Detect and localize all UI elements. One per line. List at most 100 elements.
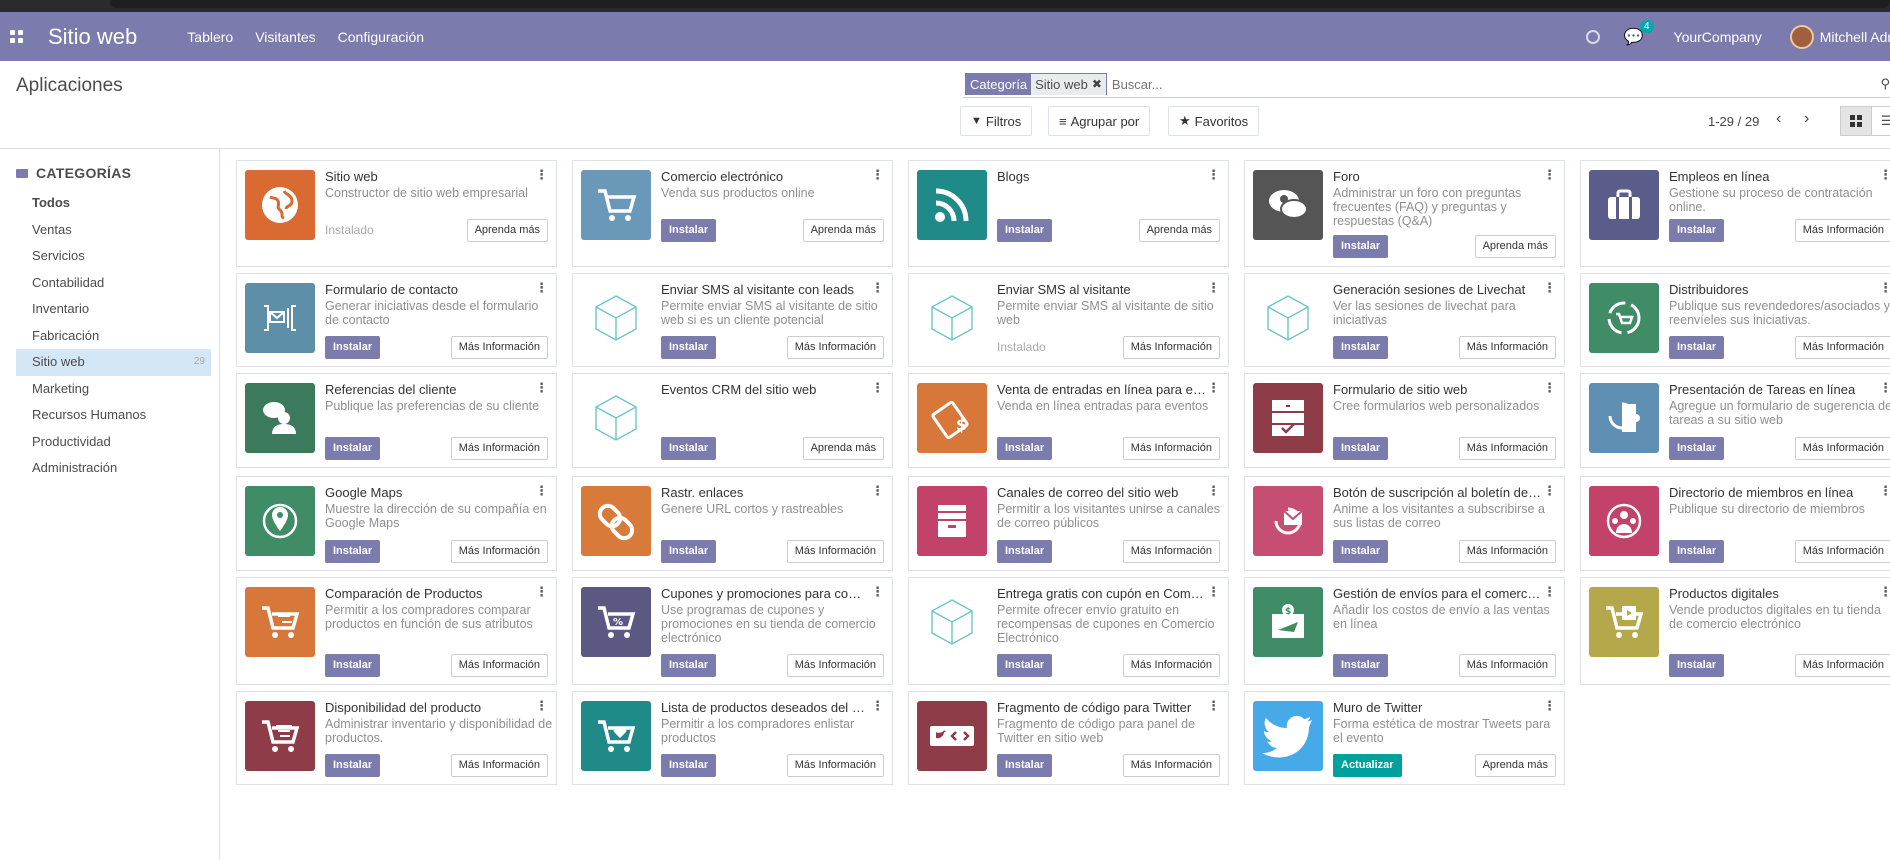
address-bar[interactable] (110, 0, 1890, 8)
install-button[interactable]: Instalar (997, 540, 1053, 563)
learn-more-button[interactable]: Aprenda más (802, 219, 884, 242)
sidebar-item-1[interactable]: Ventas (16, 217, 211, 244)
learn-more-button[interactable]: Aprenda más (802, 437, 884, 460)
app-card[interactable]: Muro de Twitter ⋮ Forma estética de mostra… (1244, 691, 1565, 785)
app-card[interactable]: Google Maps ⋮ Muestre la dirección de su c… (236, 476, 557, 571)
kebab-menu-icon[interactable]: ⋮ (1543, 167, 1556, 183)
kebab-menu-icon[interactable]: ⋮ (1543, 380, 1556, 396)
learn-more-button[interactable]: Más Información (1458, 437, 1556, 460)
app-card[interactable]: Comparación de Productos ⋮ Permitir a los … (236, 577, 557, 685)
pager-next-icon[interactable]: › (1804, 110, 1809, 128)
install-button[interactable]: Instalar (1669, 336, 1725, 359)
kebab-menu-icon[interactable]: ⋮ (1879, 380, 1890, 396)
app-card[interactable]: Enviar SMS al visitante ⋮ Permite enviar S… (908, 273, 1229, 367)
kebab-menu-icon[interactable]: ⋮ (871, 380, 884, 396)
install-button[interactable]: Instalar (1333, 437, 1389, 460)
install-button[interactable]: Instalar (997, 219, 1053, 242)
app-card[interactable]: Formulario de sitio web ⋮ Cree formularios… (1244, 373, 1565, 468)
app-card[interactable]: Fragmento de código para Twitter ⋮ Fragmen… (908, 691, 1229, 785)
learn-more-button[interactable]: Más Información (786, 654, 884, 677)
kebab-menu-icon[interactable]: ⋮ (1543, 584, 1556, 600)
learn-more-button[interactable]: Aprenda más (1474, 235, 1556, 258)
learn-more-button[interactable]: Más Información (1794, 219, 1890, 242)
install-button[interactable]: Instalar (325, 654, 381, 677)
kebab-menu-icon[interactable]: ⋮ (1207, 280, 1220, 296)
user-menu[interactable]: Mitchell Admin (1820, 29, 1890, 45)
sidebar-item-10[interactable]: Administración (16, 455, 211, 482)
sidebar-item-8[interactable]: Recursos Humanos (16, 402, 211, 429)
filters-button[interactable]: ▼ Filtros (960, 106, 1033, 136)
learn-more-button[interactable]: Más Información (1458, 336, 1556, 359)
sidebar-item-9[interactable]: Productividad (16, 429, 211, 456)
kebab-menu-icon[interactable]: ⋮ (871, 584, 884, 600)
kebab-menu-icon[interactable]: ⋮ (1879, 483, 1890, 499)
install-button[interactable]: Instalar (661, 654, 717, 677)
pager-previous-icon[interactable]: ‹ (1776, 110, 1781, 128)
install-button[interactable]: Instalar (325, 754, 381, 777)
learn-more-button[interactable]: Más Información (450, 540, 548, 563)
sidebar-item-6[interactable]: Sitio web 29 (16, 349, 211, 376)
menu-configuracion[interactable]: Configuración (338, 29, 424, 45)
sidebar-item-0[interactable]: Todos (16, 190, 211, 217)
pager-value[interactable]: 1-29 / 29 (1708, 114, 1759, 129)
kebab-menu-icon[interactable]: ⋮ (1543, 280, 1556, 296)
learn-more-button[interactable]: Más Información (1794, 336, 1890, 359)
facet-remove-icon[interactable]: ✖ (1092, 77, 1102, 91)
learn-more-button[interactable]: Más Información (450, 654, 548, 677)
sidebar-item-3[interactable]: Contabilidad (16, 270, 211, 297)
learn-more-button[interactable]: Más Información (1122, 754, 1220, 777)
app-card[interactable]: Enviar SMS al visitante con leads ⋮ Permit… (572, 273, 893, 367)
install-button[interactable]: Instalar (661, 437, 717, 460)
kebab-menu-icon[interactable]: ⋮ (871, 280, 884, 296)
learn-more-button[interactable]: Más Información (1458, 540, 1556, 563)
app-card[interactable]: Presentación de Tareas en línea ⋮ Agregue … (1580, 373, 1890, 468)
install-button[interactable]: Instalar (1669, 654, 1725, 677)
list-view-button[interactable]: ☰ (1872, 106, 1890, 136)
app-card[interactable]: Eventos CRM del sitio web ⋮ Instalar Aprend… (572, 373, 893, 468)
app-brand[interactable]: Sitio web (48, 24, 137, 50)
kebab-menu-icon[interactable]: ⋮ (1543, 698, 1556, 714)
search-input[interactable] (1111, 76, 1412, 92)
install-button[interactable]: Instalar (1669, 219, 1725, 242)
activity-clock-icon[interactable] (1585, 29, 1600, 44)
app-card[interactable]: Referencias del cliente ⋮ Publique las pre… (236, 373, 557, 468)
install-button[interactable]: Instalar (1333, 235, 1389, 258)
learn-more-button[interactable]: Más Información (450, 437, 548, 460)
kebab-menu-icon[interactable]: ⋮ (1207, 584, 1220, 600)
install-button[interactable]: Instalar (997, 437, 1053, 460)
app-card[interactable]: $ Venta de entradas en línea para eventos… (908, 373, 1229, 468)
learn-more-button[interactable]: Aprenda más (1474, 754, 1556, 777)
learn-more-button[interactable]: Más Información (1122, 654, 1220, 677)
install-button[interactable]: Instalar (1669, 540, 1725, 563)
install-button[interactable]: Instalar (1669, 437, 1725, 460)
app-card[interactable]: Sitio web ⋮ Constructor de sitio web empre… (236, 160, 557, 267)
menu-tablero[interactable]: Tablero (187, 29, 233, 45)
install-button[interactable]: Instalar (325, 336, 381, 359)
kebab-menu-icon[interactable]: ⋮ (535, 280, 548, 296)
kebab-menu-icon[interactable]: ⋮ (535, 584, 548, 600)
install-button[interactable]: Instalar (1333, 540, 1389, 563)
learn-more-button[interactable]: Más Información (786, 754, 884, 777)
kebab-menu-icon[interactable]: ⋮ (535, 483, 548, 499)
kebab-menu-icon[interactable]: ⋮ (1207, 698, 1220, 714)
avatar[interactable] (1789, 24, 1814, 49)
learn-more-button[interactable]: Más Información (450, 754, 548, 777)
kebab-menu-icon[interactable]: ⋮ (1207, 167, 1220, 183)
update-button[interactable]: Actualizar (1333, 754, 1402, 777)
kebab-menu-icon[interactable]: ⋮ (535, 698, 548, 714)
menu-visitantes[interactable]: Visitantes (255, 29, 315, 45)
kebab-menu-icon[interactable]: ⋮ (535, 380, 548, 396)
app-card[interactable]: Distribuidores ⋮ Publique sus revendedores… (1580, 273, 1890, 367)
learn-more-button[interactable]: Más Información (450, 336, 548, 359)
app-card[interactable]: Formulario de contacto ⋮ Generar iniciativ… (236, 273, 557, 367)
learn-more-button[interactable]: Aprenda más (466, 219, 548, 242)
learn-more-button[interactable]: Más Información (786, 336, 884, 359)
learn-more-button[interactable]: Más Información (1122, 540, 1220, 563)
app-card[interactable]: $ Gestión de envíos para el comercio elec… (1244, 577, 1565, 685)
app-card[interactable]: Rastr. enlaces ⋮ Genere URL cortos y rastr… (572, 476, 893, 571)
sidebar-item-7[interactable]: Marketing (16, 376, 211, 403)
sidebar-item-4[interactable]: Inventario (16, 296, 211, 323)
kebab-menu-icon[interactable]: ⋮ (871, 167, 884, 183)
chat-icon[interactable]: 💬 4 (1624, 19, 1654, 47)
kebab-menu-icon[interactable]: ⋮ (1879, 280, 1890, 296)
